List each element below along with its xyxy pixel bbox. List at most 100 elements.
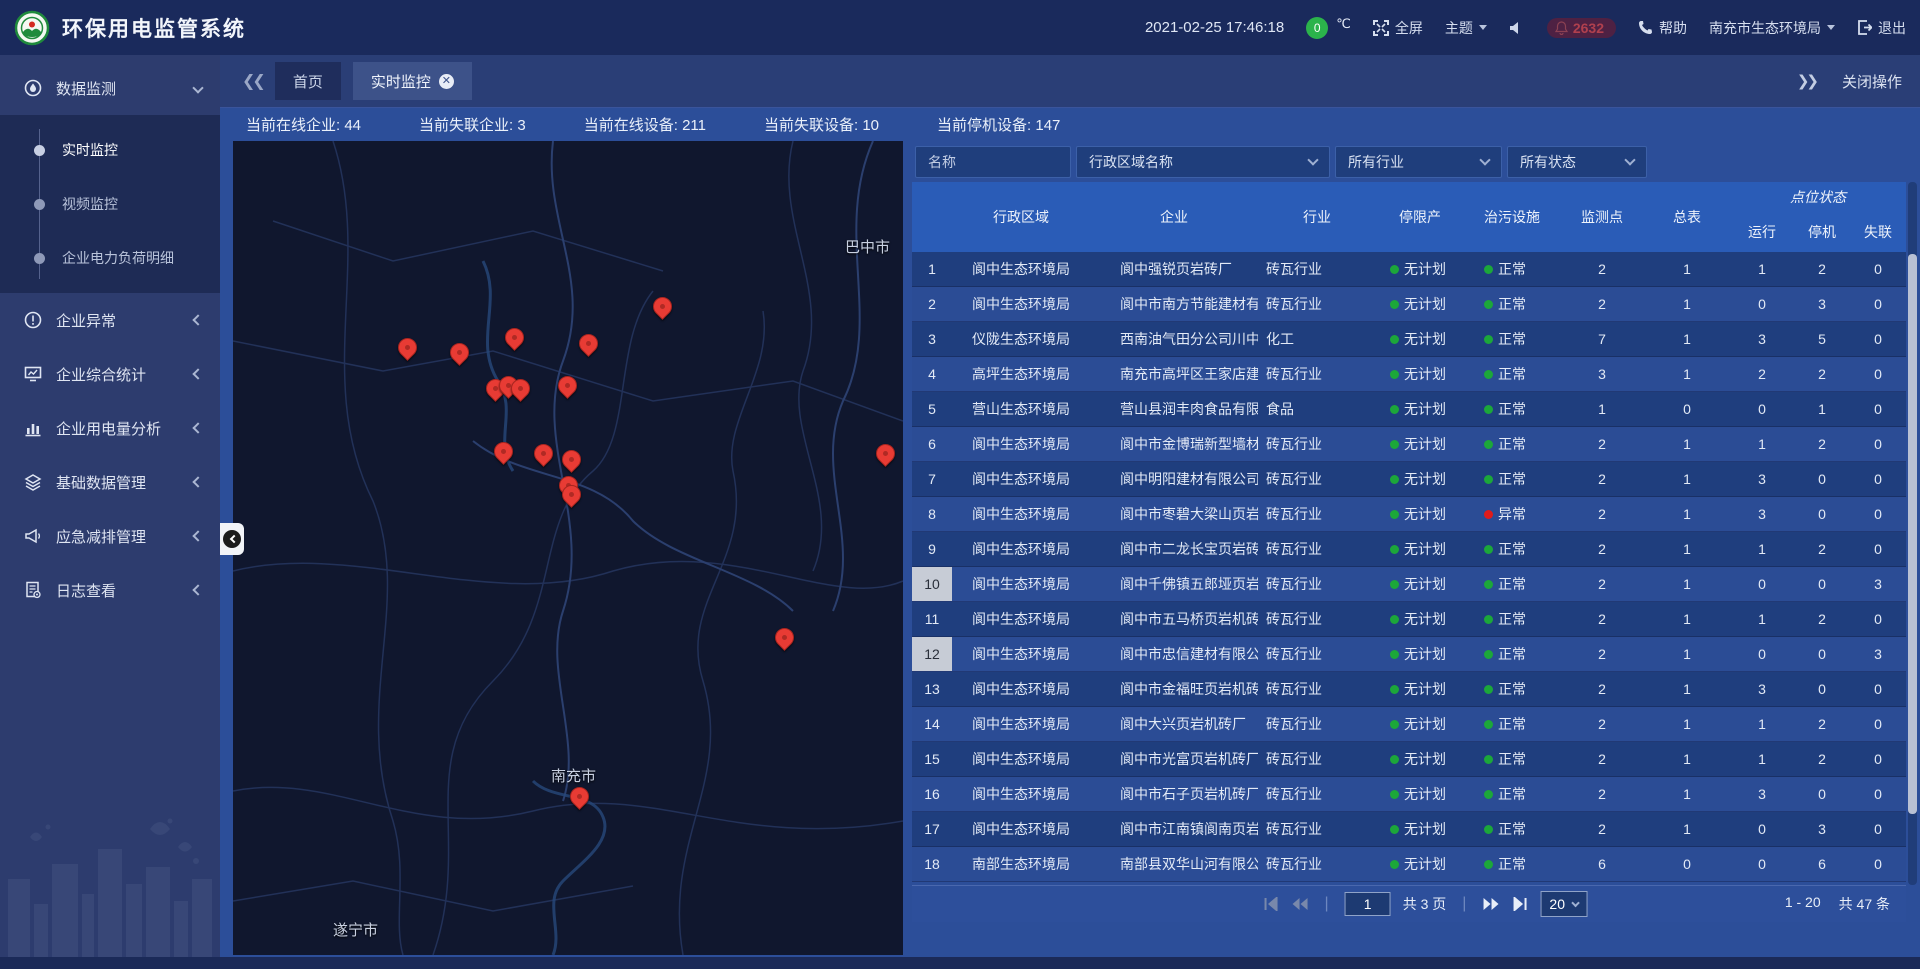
scrollbar-thumb[interactable] — [1908, 254, 1917, 814]
tabs-scroll-left-icon[interactable]: ❮❮ — [242, 71, 263, 91]
table-row[interactable]: 9阆中生态环境局阆中市二龙长宝页岩砖砖瓦行业无计划正常21120 — [912, 532, 1906, 567]
table-row[interactable]: 6阆中生态环境局阆中市金博瑞新型墙材砖瓦行业无计划正常21120 — [912, 427, 1906, 462]
close-operations-button[interactable]: 关闭操作 — [1842, 71, 1902, 92]
analysis-icon — [24, 419, 42, 437]
sidebar-item-log[interactable]: 日志查看 — [0, 563, 220, 617]
next-page-button[interactable] — [1482, 897, 1500, 911]
cell-company: 阆中市五马桥页岩机砖 — [1090, 602, 1258, 636]
cell-facility-status: 正常 — [1464, 357, 1560, 391]
tab-close-icon[interactable]: ✕ — [439, 74, 454, 89]
cell-lost: 0 — [1850, 847, 1906, 881]
col-limit: 停限产 — [1376, 182, 1464, 252]
fullscreen-icon — [1373, 20, 1389, 36]
cell-meters: 1 — [1644, 462, 1730, 496]
cell-meters: 1 — [1644, 427, 1730, 461]
cell-stopped: 0 — [1794, 777, 1850, 811]
table-row[interactable]: 14阆中生态环境局阆中大兴页岩机砖厂砖瓦行业无计划正常21120 — [912, 707, 1906, 742]
table-row[interactable]: 13阆中生态环境局阆中市金福旺页岩机砖砖瓦行业无计划正常21300 — [912, 672, 1906, 707]
table-row[interactable]: 1阆中生态环境局阆中强锐页岩砖厂砖瓦行业无计划正常21120 — [912, 252, 1906, 287]
cell-running: 1 — [1730, 532, 1794, 566]
cell-limit-status: 无计划 — [1376, 252, 1464, 286]
status-dot-green-icon — [1390, 615, 1399, 624]
logout-button[interactable]: 退出 — [1857, 18, 1906, 38]
name-search-input[interactable] — [928, 154, 1058, 170]
cell-running: 0 — [1730, 392, 1794, 426]
last-page-button[interactable] — [1512, 897, 1528, 911]
cell-lost: 3 — [1850, 637, 1906, 671]
sidebar-item-label: 企业用电量分析 — [56, 418, 194, 439]
sidebar-subitem[interactable]: 视频监控 — [0, 177, 220, 231]
row-index: 17 — [912, 812, 952, 846]
facility-status-text: 正常 — [1498, 854, 1526, 874]
table-row[interactable]: 17阆中生态环境局阆中市江南镇阆南页岩砖瓦行业无计划正常21030 — [912, 812, 1906, 847]
cell-running: 1 — [1730, 427, 1794, 461]
cell-company: 阆中市南方节能建材有 — [1090, 287, 1258, 321]
table-row[interactable]: 18南部生态环境局南部县双华山河有限公砖瓦行业无计划正常60060 — [912, 847, 1906, 882]
cell-limit-status: 无计划 — [1376, 672, 1464, 706]
table-row[interactable]: 7阆中生态环境局阆中明阳建材有限公司砖瓦行业无计划正常21300 — [912, 462, 1906, 497]
table-row[interactable]: 10阆中生态环境局阆中千佛镇五郎垭页岩砖瓦行业无计划正常21003 — [912, 567, 1906, 602]
map-panel[interactable]: 巴中市南充市遂宁市 — [233, 141, 903, 955]
tabs-scroll-right-icon[interactable]: ❯❯ — [1797, 72, 1816, 90]
org-dropdown[interactable]: 南充市生态环境局 — [1709, 18, 1835, 38]
facility-status-text: 正常 — [1498, 399, 1526, 419]
table-scrollbar[interactable] — [1908, 182, 1917, 885]
cell-industry: 砖瓦行业 — [1258, 637, 1376, 671]
cell-region: 阆中生态环境局 — [952, 637, 1090, 671]
theme-dropdown[interactable]: 主题 — [1445, 18, 1487, 38]
industry-select[interactable]: 所有行业 — [1335, 146, 1502, 178]
sidebar-item-data-monitor[interactable]: 数据监测 — [0, 61, 220, 115]
cell-company: 阆中市金福旺页岩机砖 — [1090, 672, 1258, 706]
cell-region: 阆中生态环境局 — [952, 812, 1090, 846]
table-row[interactable]: 2阆中生态环境局阆中市南方节能建材有砖瓦行业无计划正常21030 — [912, 287, 1906, 322]
limit-status-text: 无计划 — [1404, 644, 1446, 664]
status-select[interactable]: 所有状态 — [1507, 146, 1647, 178]
sidebar-item-megaphone[interactable]: 应急减排管理 — [0, 509, 220, 563]
prev-page-button[interactable] — [1291, 897, 1309, 911]
cell-company: 阆中市江南镇阆南页岩 — [1090, 812, 1258, 846]
chevron-down-icon — [1572, 899, 1580, 907]
sidebar-subitem-label: 实时监控 — [62, 140, 118, 160]
table-row[interactable]: 4高坪生态环境局南充市高坪区王家店建砖瓦行业无计划正常31220 — [912, 357, 1906, 392]
first-page-button[interactable] — [1263, 897, 1279, 911]
cell-limit-status: 无计划 — [1376, 847, 1464, 881]
table-row[interactable]: 12阆中生态环境局阆中市忠信建材有限公砖瓦行业无计划正常21003 — [912, 637, 1906, 672]
notification-badge[interactable]: 2632 — [1547, 18, 1616, 38]
cell-facility-status: 正常 — [1464, 462, 1560, 496]
sidebar-subitem[interactable]: 实时监控 — [0, 123, 220, 177]
fullscreen-button[interactable]: 全屏 — [1373, 18, 1423, 38]
region-select[interactable]: 行政区域名称 — [1076, 146, 1330, 178]
limit-status-text: 无计划 — [1404, 609, 1446, 629]
table-row[interactable]: 3仪陇生态环境局西南油气田分公司川中化工无计划正常71350 — [912, 322, 1906, 357]
table-row[interactable]: 5营山生态环境局营山县润丰肉食品有限食品无计划正常10010 — [912, 392, 1906, 427]
help-button[interactable]: 帮助 — [1638, 18, 1687, 38]
stats-icon — [24, 365, 42, 383]
table-row[interactable]: 15阆中生态环境局阆中市光富页岩机砖厂砖瓦行业无计划正常21120 — [912, 742, 1906, 777]
table-row[interactable]: 8阆中生态环境局阆中市枣碧大梁山页岩砖瓦行业无计划异常21300 — [912, 497, 1906, 532]
table-row[interactable]: 11阆中生态环境局阆中市五马桥页岩机砖砖瓦行业无计划正常21120 — [912, 602, 1906, 637]
chevron-down-icon — [1624, 154, 1635, 165]
facility-status-text: 正常 — [1498, 364, 1526, 384]
sidebar-item-layers[interactable]: 基础数据管理 — [0, 455, 220, 509]
sidebar-item-analysis[interactable]: 企业用电量分析 — [0, 401, 220, 455]
sidebar-collapse-button[interactable] — [220, 523, 244, 555]
cell-lost: 0 — [1850, 322, 1906, 356]
row-index: 10 — [912, 567, 952, 601]
limit-status-text: 无计划 — [1404, 504, 1446, 524]
tab-item[interactable]: 首页 — [275, 62, 341, 100]
table-row[interactable]: 16阆中生态环境局阆中市石子页岩机砖厂砖瓦行业无计划正常21300 — [912, 777, 1906, 812]
mute-button[interactable] — [1509, 21, 1525, 35]
sidebar-item-stats[interactable]: 企业综合统计 — [0, 347, 220, 401]
status-dot-green-icon — [1390, 545, 1399, 554]
tab-active[interactable]: 实时监控✕ — [353, 62, 472, 100]
page-number-input[interactable] — [1345, 892, 1391, 916]
sidebar-subitem[interactable]: 企业电力负荷明细 — [0, 231, 220, 285]
sidebar-subitem-label: 视频监控 — [62, 194, 118, 214]
page-size-select[interactable]: 20 — [1540, 891, 1588, 917]
cell-industry: 砖瓦行业 — [1258, 532, 1376, 566]
sidebar-item-alert[interactable]: 企业异常 — [0, 293, 220, 347]
enterprise-table: 行政区域 企业 行业 停限产 治污设施 监测点 总表 点位状态 运行 停机 失联… — [912, 182, 1906, 885]
status-dot-green-icon — [1484, 335, 1493, 344]
cell-points: 2 — [1560, 742, 1644, 776]
alert-icon — [24, 311, 42, 329]
